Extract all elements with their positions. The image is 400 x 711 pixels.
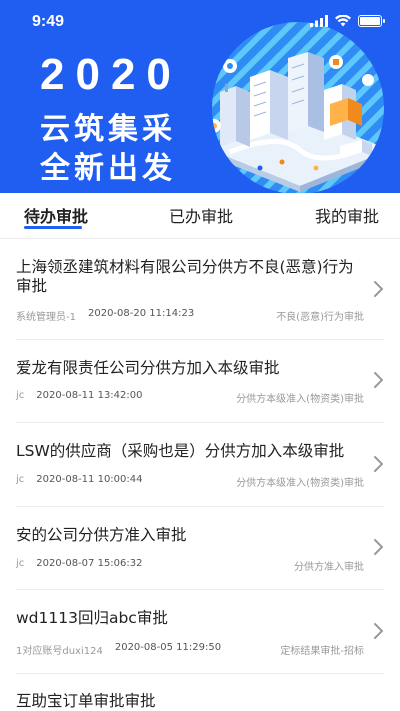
approval-time: 2020-08-11 10:00:44 (36, 474, 143, 485)
chevron-right-icon (374, 623, 383, 639)
approval-submitter: jc (16, 390, 25, 401)
approval-title: 上海领丞建筑材料有限公司分供方不良(恶意)行为审批 (16, 258, 354, 295)
approval-title: 爱龙有限责任公司分供方加入本级审批 (16, 359, 280, 377)
chevron-right-icon (374, 539, 383, 555)
active-tab-indicator (24, 226, 82, 229)
status-icons (310, 15, 385, 27)
approval-submitter: 系统管理员-1 (16, 312, 76, 323)
approval-title: 安的公司分供方准入审批 (16, 526, 187, 544)
approval-submitter: jc (16, 474, 25, 485)
approval-type: 定标结果审批-招标 (280, 646, 364, 657)
chevron-right-icon (374, 372, 383, 388)
banner-subheadline: 全新出发 (40, 151, 176, 186)
approval-time: 2020-08-11 13:42:00 (36, 390, 143, 401)
banner-headline: 云筑集采 (40, 112, 176, 147)
approval-meta: 1对应账号duxi124 2020-08-05 11:29:50 定标结果审批-… (16, 642, 364, 657)
approval-title: LSW的供应商（采购也是）分供方加入本级审批 (16, 442, 345, 460)
approval-list: 上海领丞建筑材料有限公司分供方不良(恶意)行为审批 系统管理员-1 2020-0… (0, 240, 400, 711)
approval-item[interactable]: 爱龙有限责任公司分供方加入本级审批 jc 2020-08-11 13:42:00… (0, 340, 400, 423)
tab-my-approval[interactable]: 我的审批 (315, 203, 379, 227)
approval-meta: jc 2020-08-11 10:00:44 分供方本级准入(物资类)审批 (16, 474, 364, 489)
chevron-right-icon (374, 456, 383, 472)
promo-banner[interactable]: 9:49 2020 云筑集采 全新出发 (0, 0, 400, 193)
approval-title: wd1113回归abc审批 (16, 609, 168, 627)
approval-meta: jc 2020-08-07 15:06:32 分供方准入审批 (16, 558, 364, 573)
approval-type: 分供方本级准入(物资类)审批 (236, 478, 364, 489)
status-time: 9:49 (32, 13, 65, 30)
approval-title: 互助宝订单审批审批 (16, 692, 156, 710)
wifi-icon (335, 15, 351, 27)
approval-submitter: jc (16, 558, 25, 569)
approval-item[interactable]: 互助宝订单审批审批 (0, 674, 400, 711)
approval-type: 分供方本级准入(物资类)审批 (236, 394, 364, 405)
approval-time: 2020-08-07 15:06:32 (36, 558, 143, 569)
battery-icon (358, 15, 385, 27)
approval-submitter: 1对应账号duxi124 (16, 646, 103, 657)
approval-time: 2020-08-20 11:14:23 (87, 308, 195, 319)
approval-item[interactable]: 安的公司分供方准入审批 jc 2020-08-07 15:06:32 分供方准入… (0, 507, 400, 590)
tab-processed-approval[interactable]: 已办审批 (169, 203, 233, 227)
approval-item[interactable]: LSW的供应商（采购也是）分供方加入本级审批 jc 2020-08-11 10:… (0, 423, 400, 507)
approval-time: 2020-08-05 11:29:50 (114, 642, 222, 653)
approval-tabs: 待办审批 已办审批 我的审批 (0, 193, 400, 239)
approval-type: 不良(恶意)行为审批 (276, 312, 364, 323)
approval-meta: 系统管理员-1 2020-08-20 11:14:23 不良(恶意)行为审批 (16, 308, 364, 323)
banner-year: 2020 (40, 50, 182, 99)
approval-type: 分供方准入审批 (294, 562, 364, 573)
approval-item[interactable]: 上海领丞建筑材料有限公司分供方不良(恶意)行为审批 系统管理员-1 2020-0… (0, 240, 400, 340)
smart-city-illustration (212, 22, 384, 193)
approval-meta: jc 2020-08-11 13:42:00 分供方本级准入(物资类)审批 (16, 390, 364, 405)
status-bar: 9:49 (0, 0, 400, 40)
signal-icon (310, 15, 328, 27)
tab-pending-approval[interactable]: 待办审批 (24, 203, 88, 227)
chevron-right-icon (374, 281, 383, 297)
approval-item[interactable]: wd1113回归abc审批 1对应账号duxi124 2020-08-05 11… (0, 590, 400, 674)
